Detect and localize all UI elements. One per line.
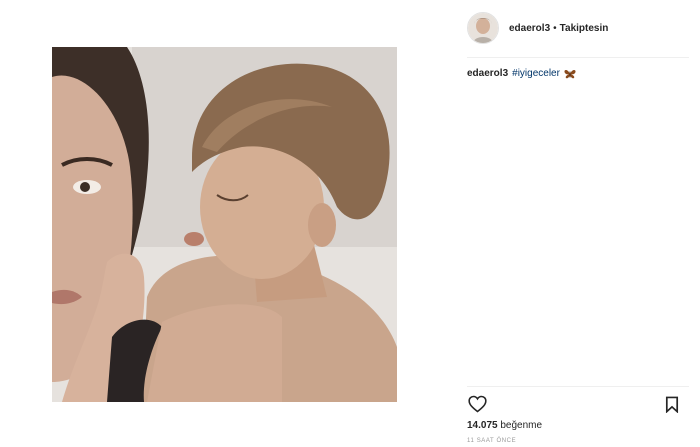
instagram-post: edaerol3 • Takiptesin edaerol3 #iyigecel… bbox=[0, 0, 700, 447]
post-timestamp[interactable]: 11 SAAT ÖNCE bbox=[467, 438, 516, 444]
heart-icon[interactable] bbox=[468, 395, 487, 413]
post-header: edaerol3 • Takiptesin bbox=[467, 11, 689, 45]
follow-status-button[interactable]: Takiptesin bbox=[560, 23, 609, 34]
post-caption: edaerol3 #iyigeceler bbox=[467, 68, 576, 79]
author-username[interactable]: edaerol3 bbox=[509, 23, 550, 34]
caption-hashtag[interactable]: #iyigeceler bbox=[512, 68, 560, 79]
bookmark-icon[interactable] bbox=[665, 396, 679, 413]
post-sidebar: edaerol3 • Takiptesin edaerol3 #iyigecel… bbox=[467, 0, 689, 447]
header-divider bbox=[467, 57, 689, 58]
post-actions bbox=[467, 394, 689, 414]
butterfly-icon bbox=[564, 69, 576, 79]
post-photo-image bbox=[52, 47, 397, 402]
avatar[interactable] bbox=[467, 12, 499, 44]
separator-dot: • bbox=[553, 22, 557, 34]
avatar-image bbox=[468, 13, 498, 43]
post-photo[interactable] bbox=[52, 47, 397, 402]
caption-username[interactable]: edaerol3 bbox=[467, 68, 508, 79]
like-count-number: 14.075 bbox=[467, 420, 498, 431]
like-count[interactable]: 14.075 beğenme bbox=[467, 420, 542, 431]
actions-divider bbox=[467, 386, 689, 387]
like-count-label: beğenme bbox=[500, 420, 543, 431]
